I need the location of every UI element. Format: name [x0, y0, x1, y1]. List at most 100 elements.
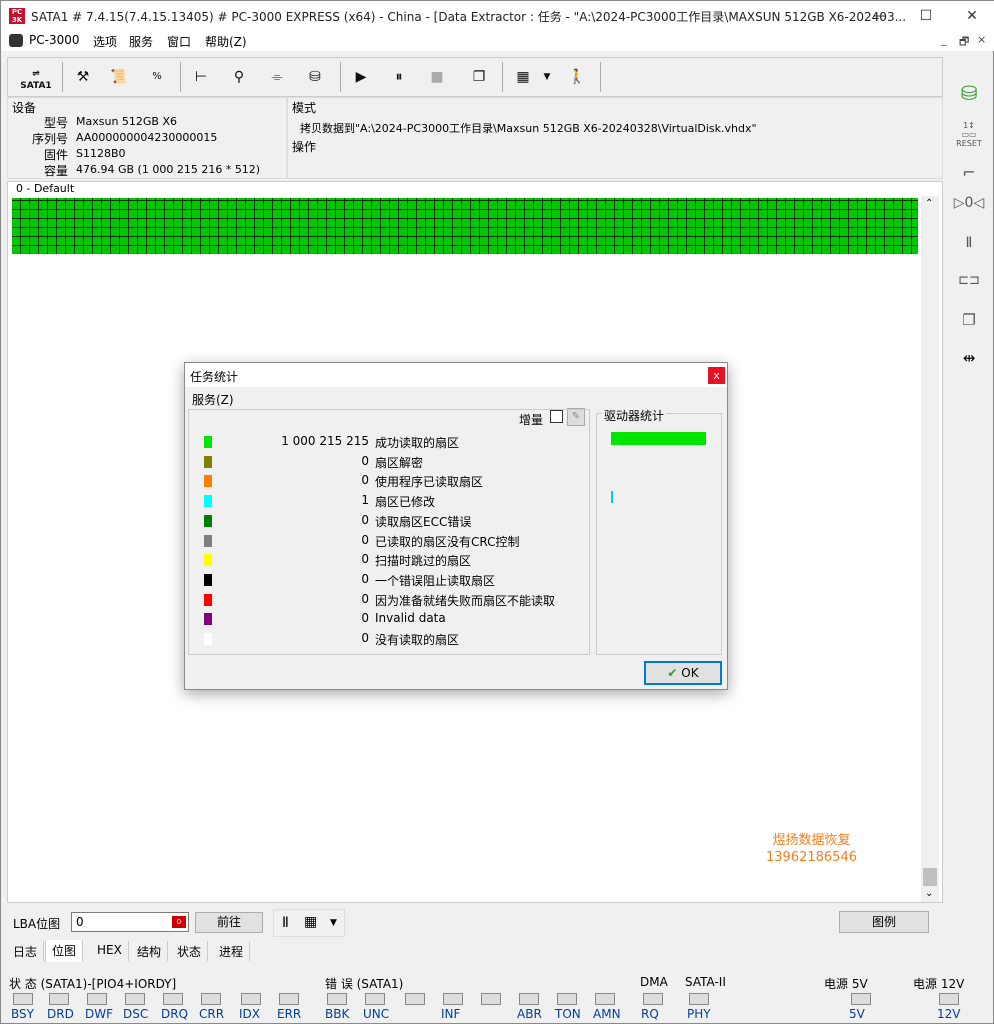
- tab-status[interactable]: 状态: [171, 941, 209, 961]
- stat-count: 0: [361, 532, 369, 547]
- stop-button[interactable]: ■: [422, 62, 452, 92]
- watermark: 煜扬数据恢复 13962186546: [766, 832, 857, 866]
- title-bar: PC 3K SATA1 # 7.4.15(7.4.15.13405) # PC-3…: [1, 1, 994, 31]
- stat-description: 读取扇区ECC错误: [375, 514, 472, 529]
- stat-color-swatch: [204, 573, 212, 586]
- network-button[interactable]: ⌯: [262, 62, 292, 92]
- maximize-button[interactable]: ☐: [903, 1, 949, 31]
- stat-count: 0: [361, 453, 369, 468]
- go-button[interactable]: 前往: [195, 912, 263, 933]
- toolbar-separator: [180, 62, 181, 92]
- stat-count: 1 000 215 215: [281, 434, 369, 448]
- tab-bitmap[interactable]: 位图: [45, 940, 84, 962]
- play-icon: ▶: [355, 69, 367, 85]
- dialog-menu-service[interactable]: 服务(Z): [192, 391, 234, 408]
- dialog-close-button[interactable]: x: [708, 367, 725, 384]
- stat-description: 使用程序已读取扇区: [375, 475, 484, 490]
- status-led-label: DRD: [47, 1007, 74, 1021]
- menu-pc3000[interactable]: PC-3000: [29, 33, 79, 47]
- signal-icon[interactable]: ⌐: [953, 163, 985, 182]
- status-led: [163, 993, 183, 1005]
- stat-count: 0: [361, 631, 369, 645]
- percent-button[interactable]: %: [142, 62, 172, 92]
- status-led-label: CRR: [199, 1007, 225, 1021]
- mdi-restore-button[interactable]: 🗗: [959, 33, 969, 52]
- lba-toolbar: Ⅱ ▦ ▼: [273, 909, 345, 937]
- tab-hex[interactable]: HEX: [91, 941, 129, 961]
- stat-row: 1 扇区已修改: [189, 491, 589, 511]
- power5-group-label: 电源 5V: [824, 977, 868, 991]
- status-led-label: INF: [441, 1007, 461, 1021]
- drive-power-icon[interactable]: ⛁: [953, 81, 985, 105]
- menu-service[interactable]: 服务: [129, 33, 153, 50]
- windows-button[interactable]: ❐: [464, 62, 494, 92]
- map-view-icon: ▦: [516, 69, 530, 85]
- clear-icon[interactable]: ❐: [953, 311, 985, 329]
- menu-window[interactable]: 窗口: [167, 33, 191, 50]
- map-view-dropdown[interactable]: ▼: [538, 62, 556, 92]
- sleep-icon[interactable]: ▷0◁: [953, 195, 985, 211]
- device-panel: 设备 型号 Maxsun 512GB X6 序列号 AA000000004230…: [7, 97, 287, 179]
- legend-button[interactable]: 图例: [839, 911, 929, 933]
- scroll-down-icon[interactable]: ⌄: [925, 888, 933, 899]
- tab-process[interactable]: 进程: [213, 941, 251, 961]
- pause-side-icon[interactable]: Ⅱ: [953, 235, 985, 251]
- drive-settings-button[interactable]: ⛁: [300, 62, 330, 92]
- close-button[interactable]: ✕: [949, 1, 994, 31]
- stat-description: 没有读取的扇区: [375, 633, 460, 647]
- mdi-minimize-button[interactable]: _: [941, 33, 947, 46]
- sata-port-button[interactable]: ⇌ SATA1: [14, 62, 58, 92]
- status-led-label: DSC: [123, 1007, 149, 1021]
- menu-options[interactable]: 选项: [93, 33, 117, 50]
- status-led-label: AMN: [593, 1007, 621, 1021]
- view-tabs: 日志 位图 HEX 结构 状态 进程: [7, 940, 943, 962]
- status-led: [557, 993, 577, 1005]
- ok-button-label: OK: [681, 666, 699, 680]
- binoculars-icon: ⚲: [233, 69, 245, 85]
- status-led: [13, 993, 33, 1005]
- stat-color-swatch: [204, 633, 212, 645]
- status-led: [49, 993, 69, 1005]
- connect-icon[interactable]: ⇹: [953, 349, 985, 367]
- percent-icon: %: [152, 71, 162, 82]
- pause-icon[interactable]: Ⅱ: [282, 915, 289, 931]
- pause-button[interactable]: ⏸: [384, 62, 414, 92]
- lba-unit-icon[interactable]: 0: [172, 916, 186, 928]
- pc3000-window: PC 3K SATA1 # 7.4.15(7.4.15.13405) # PC-3…: [0, 0, 994, 1024]
- tree-button[interactable]: ⊢: [186, 62, 216, 92]
- network-icon: ⌯: [271, 69, 283, 85]
- minimize-button[interactable]: —: [857, 1, 903, 31]
- tab-structure[interactable]: 结构: [131, 941, 169, 961]
- stat-row: 0 Invalid data: [189, 609, 589, 629]
- status-led-label: ERR: [277, 1007, 302, 1021]
- search-button[interactable]: ⚲: [224, 62, 254, 92]
- lba-input[interactable]: 0 0: [71, 912, 189, 932]
- script-button[interactable]: 📜: [104, 62, 134, 92]
- chevron-down-icon[interactable]: ▼: [330, 918, 337, 928]
- power12-group-label: 电源 12V: [913, 977, 965, 991]
- app-logo-icon: PC 3K: [9, 8, 25, 24]
- ok-button[interactable]: ✔ OK: [644, 661, 722, 685]
- status-led-label: 12V: [937, 1007, 961, 1021]
- map-view-button[interactable]: ▦: [508, 62, 538, 92]
- stat-color-swatch: [204, 436, 212, 448]
- drive-stats-label: 驱动器统计: [602, 407, 667, 424]
- status-led: [125, 993, 145, 1005]
- menu-help[interactable]: 帮助(Z): [205, 33, 247, 50]
- scrollbar-thumb[interactable]: [923, 868, 937, 886]
- disconnect-icon[interactable]: ⊏⊐: [953, 273, 985, 288]
- exit-button[interactable]: 🚶: [562, 62, 592, 92]
- map-view-icon[interactable]: ▦: [304, 914, 317, 930]
- play-button[interactable]: ▶: [346, 62, 376, 92]
- scroll-up-icon[interactable]: ⌃: [925, 198, 933, 209]
- right-tool-panel: ⛁ 1↕ ▭▭ RESET ⌐ ▷0◁ Ⅱ ⊏⊐ ❐ ⇹: [949, 77, 989, 377]
- stat-count: 0: [361, 591, 369, 606]
- sata-group-label: SATA-II: [685, 975, 726, 989]
- tools-button[interactable]: ⚒: [68, 62, 98, 92]
- vertical-scrollbar[interactable]: ⌃ ⌄: [921, 196, 939, 902]
- model-value: Maxsun 512GB X6: [76, 115, 178, 128]
- tab-log[interactable]: 日志: [7, 941, 45, 961]
- reset-icon[interactable]: 1↕ ▭▭ RESET: [953, 121, 985, 148]
- mdi-close-button[interactable]: ×: [977, 33, 986, 46]
- operation-section-title: 操作: [292, 140, 317, 154]
